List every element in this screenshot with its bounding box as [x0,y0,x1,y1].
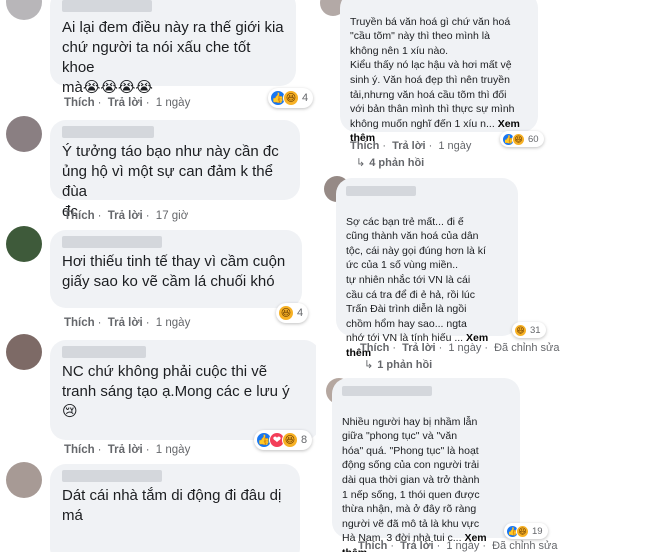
reply-arrow-icon: ↳ [356,157,366,169]
reaction-summary[interactable]: 😆 31 [512,322,546,338]
comment-bubble: Dát cái nhà tắm di động đi đâu dị má [50,464,300,552]
haha-icon: 😆 [512,132,525,146]
replies-count: 1 phản hồi [377,358,433,371]
comment-text: Dát cái nhà tắm di động đi đâu dị má [62,487,282,524]
like-link[interactable]: Thích [360,342,389,354]
reply-link[interactable]: Trả lời [108,317,143,329]
reply-link[interactable]: Trả lời [400,540,434,552]
like-link[interactable]: Thích [358,540,387,552]
avatar[interactable] [6,116,42,152]
comment-bubble: NC chứ không phải cuộc thi vẽ tranh sáng… [50,340,316,440]
blurred-author-name[interactable] [342,386,432,396]
blurred-author-name[interactable] [62,126,154,138]
reaction-summary[interactable]: 😆 4 [276,303,309,323]
comment-bubble: Ai lại đem điều này ra thế giới kia chứ … [50,0,296,96]
haha-icon: 😆 [516,524,529,538]
like-link[interactable]: Thích [64,444,95,456]
view-replies-link[interactable]: ↳ 4 phản hồi [356,156,425,170]
blurred-author-name[interactable] [62,0,152,12]
reply-link[interactable]: Trả lời [402,342,436,354]
avatar[interactable] [6,334,42,370]
like-link[interactable]: Thích [64,210,95,222]
comment-actions: Thích · Trả lời · 1 ngày · Đã chỉnh sửa [360,342,560,354]
comment-bubble: Sợ các bạn trẻ mất... đi ế cũng thành vă… [336,178,518,359]
haha-icon: 😆 [283,90,299,106]
comment-actions: Thích · Trả lời · 1 ngày [350,140,472,152]
comment-bubble: Truyền bá văn hoá gì chứ văn hoá "cầu tõ… [340,0,538,144]
reaction-summary[interactable]: 👍 ❤ 😆 8 [254,430,313,450]
haha-icon: 😆 [282,432,298,448]
comment-bubble: Nhiều người hay bị nhầm lẫn giữa "phong … [332,378,520,552]
comment-bubble: Ý tưởng táo bạo như này cần đc ủng hộ vì… [50,120,300,220]
comment-time[interactable]: 1 ngày [156,97,191,109]
reaction-summary[interactable]: 👍 😆 60 [500,131,544,147]
left-comment-column: Ai lại đem điều này ra thế giới kia chứ … [0,0,316,552]
reply-link[interactable]: Trả lời [108,97,143,109]
haha-icon: 😆 [514,323,527,337]
comment-actions: Thích · Trả lời · 1 ngày [64,317,191,329]
comment-bubble: Hơi thiếu tinh tế thay vì cầm cuộn giấy … [50,230,302,308]
comment-actions: Thích · Trả lời · 1 ngày [64,444,191,456]
avatar[interactable] [6,226,42,262]
blurred-author-name[interactable] [62,346,146,358]
reaction-count: 8 [301,434,308,446]
comment-text: NC chứ không phải cuộc thi vẽ tranh sáng… [62,363,290,420]
comment-text: Ai lại đem điều này ra thế giới kia chứ … [62,19,284,96]
comment-time[interactable]: 1 ngày [156,444,191,456]
comment-time[interactable]: 1 ngày [448,342,481,354]
avatar[interactable] [6,462,42,498]
reaction-summary[interactable]: 👍 😆 19 [504,523,548,539]
reply-link[interactable]: Trả lời [108,210,143,222]
comment-time[interactable]: 17 giờ [156,210,188,222]
edited-label: Đã chỉnh sửa [492,540,558,552]
blurred-author-name[interactable] [346,186,416,196]
blurred-author-name[interactable] [62,236,162,248]
replies-count: 4 phản hồi [369,156,425,169]
haha-icon: 😆 [278,305,294,321]
reply-link[interactable]: Trả lời [392,140,426,152]
comment-actions: Thích · Trả lời · 17 giờ [64,210,189,222]
reaction-summary[interactable]: 👍 😆 4 [268,88,314,108]
comment-actions: Thích · Trả lời · 1 ngày [64,97,191,109]
reply-arrow-icon: ↳ [364,359,374,371]
reaction-count: 31 [530,324,541,336]
blurred-author-name[interactable] [62,470,162,482]
like-link[interactable]: Thích [64,97,95,109]
reaction-count: 19 [532,525,543,537]
like-link[interactable]: Thích [64,317,95,329]
comment-text: Nhiều người hay bị nhầm lẫn giữa "phong … [342,400,510,552]
avatar[interactable] [6,0,42,20]
comment-time[interactable]: 1 ngày [156,317,191,329]
view-replies-link[interactable]: ↳ 1 phản hồi [364,358,433,372]
reaction-count: 4 [297,307,304,319]
edited-label: Đã chỉnh sửa [494,342,560,354]
comment-text: Hơi thiếu tinh tế thay vì cầm cuộn giấy … [62,253,286,290]
comment-text: Sợ các bạn trẻ mất... đi ế cũng thành vă… [346,215,489,359]
comment-time[interactable]: 1 ngày [438,140,471,152]
reaction-count: 4 [302,92,309,104]
like-link[interactable]: Thích [350,140,379,152]
comment-text: Truyền bá văn hoá gì chứ văn hoá "cầu tõ… [350,15,520,145]
comment-time[interactable]: 1 ngày [446,540,479,552]
right-comment-column: Truyền bá văn hoá gì chứ văn hoá "cầu tõ… [316,0,656,552]
reaction-count: 60 [528,133,539,145]
reply-link[interactable]: Trả lời [108,444,143,456]
comment-actions: Thích · Trả lời · 1 ngày · Đã chỉnh sửa [358,540,558,552]
